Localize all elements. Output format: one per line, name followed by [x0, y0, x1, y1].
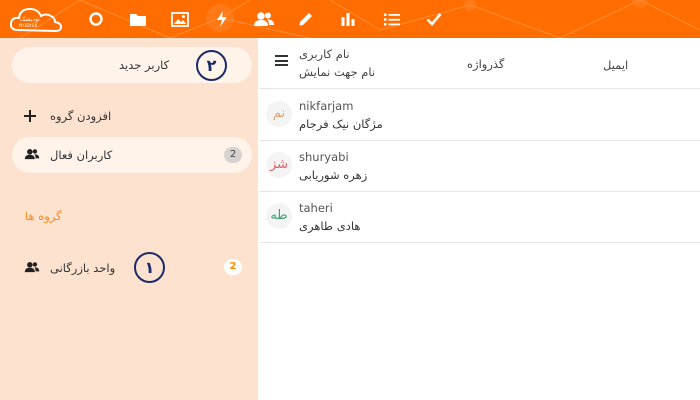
- users-icon[interactable]: [252, 7, 276, 31]
- row-display-name: مژگان نیک فرجام: [299, 117, 383, 131]
- bolt-icon[interactable]: [210, 7, 234, 31]
- menu-icon[interactable]: [275, 55, 288, 66]
- bar-chart-icon[interactable]: [336, 7, 360, 31]
- users-table: نام کاربری نام جهت نمایش گذرواژه ایمیل ن…: [259, 38, 700, 400]
- nodish-logo[interactable]: نودیشک NODISK: [8, 4, 64, 34]
- avatar: نم: [266, 101, 292, 127]
- callout-marker-1: ١: [134, 252, 165, 283]
- sidebar: کاربر جدید ۲ افزودن گروه کاربران فعال 2 …: [0, 38, 258, 400]
- column-email[interactable]: ایمیل: [603, 58, 628, 72]
- add-group-button[interactable]: افزودن گروه: [12, 98, 252, 134]
- group-count-badge: 2: [224, 259, 242, 275]
- row-display-name: هادی طاهری: [299, 219, 361, 233]
- image-icon[interactable]: [168, 7, 192, 31]
- top-navigation-bar: نودیشک NODISK: [0, 0, 700, 38]
- sidebar-item-group[interactable]: واحد بازرگانی 2: [12, 250, 252, 286]
- table-row[interactable]: طه taheri هادی طاهری: [259, 192, 700, 243]
- logo-subtext: NODISK: [19, 24, 38, 29]
- users-icon: [24, 149, 40, 160]
- row-username: shuryabi: [299, 150, 349, 164]
- row-username: taheri: [299, 201, 333, 215]
- sidebar-item-active-users[interactable]: کاربران فعال 2: [12, 137, 252, 173]
- column-password[interactable]: گذرواژه: [467, 57, 504, 71]
- groups-heading: گروه ها: [25, 209, 62, 223]
- circle-icon[interactable]: [84, 7, 108, 31]
- group-label: واحد بازرگانی: [50, 261, 116, 275]
- plus-icon: [24, 110, 36, 122]
- active-users-count-badge: 2: [224, 147, 242, 163]
- pencil-icon[interactable]: [294, 7, 318, 31]
- column-display-name[interactable]: نام جهت نمایش: [299, 65, 375, 79]
- column-username[interactable]: نام کاربری: [299, 47, 350, 61]
- table-header: نام کاربری نام جهت نمایش گذرواژه ایمیل: [259, 38, 700, 89]
- table-row[interactable]: نم nikfarjam مژگان نیک فرجام: [259, 90, 700, 141]
- table-row[interactable]: شز shuryabi زهره شوریابی: [259, 141, 700, 192]
- logo-text: نودیشک: [20, 16, 40, 23]
- check-icon[interactable]: [422, 7, 446, 31]
- list-icon[interactable]: [380, 7, 404, 31]
- folder-icon[interactable]: [126, 7, 150, 31]
- new-user-label: کاربر جدید: [119, 58, 170, 72]
- add-group-label: افزودن گروه: [50, 109, 112, 123]
- active-users-label: کاربران فعال: [50, 148, 113, 162]
- row-display-name: زهره شوریابی: [299, 168, 368, 182]
- avatar: شز: [266, 152, 292, 178]
- row-username: nikfarjam: [299, 99, 354, 113]
- avatar: طه: [266, 203, 292, 229]
- users-icon: [24, 262, 40, 273]
- callout-marker-2: ۲: [196, 50, 227, 81]
